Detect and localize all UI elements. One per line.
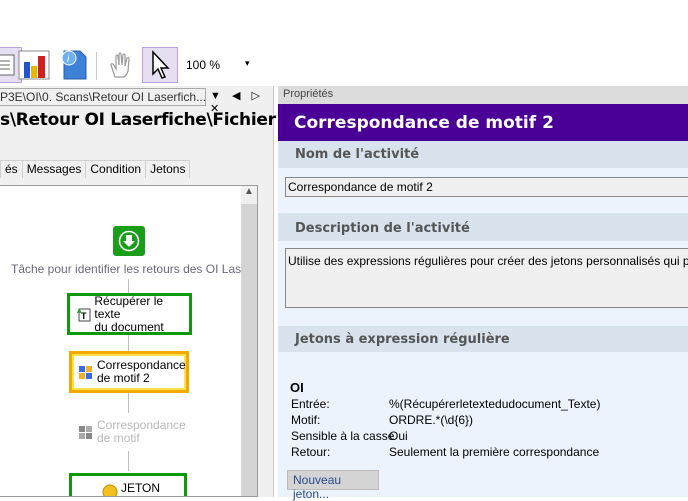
row-value: %(Récupérerletextedudocument_Texte) <box>389 397 601 411</box>
row-label: Entrée: <box>291 397 330 411</box>
tab-condition[interactable]: Condition <box>85 160 147 178</box>
tab-jetons[interactable]: Jetons <box>145 160 191 178</box>
document-tab[interactable]: P3E\OI\0. Scans\Retour OI Laserfich... <box>0 88 206 106</box>
activity-name-input[interactable]: Correspondance de motif 2 <box>285 177 688 197</box>
row-label: Sensible à la casse <box>291 429 395 443</box>
token-row-case-sensitive: Sensible à la casse Oui <box>291 429 408 443</box>
activity-title: Correspondance de motif 2 <box>278 104 688 141</box>
node-label: du document <box>94 319 164 334</box>
workflow-panel: P3E\OI\0. Scans\Retour OI Laserfich... ▼… <box>0 86 300 497</box>
activity-pattern-match-disabled[interactable]: Correspondance de motif <box>72 415 192 449</box>
scroll-up-icon[interactable]: ▲ <box>241 186 257 204</box>
row-value: ORDRE.*(\d{6}) <box>389 413 474 427</box>
activity-description-input[interactable]: Utilise des expressions régulières pour … <box>285 248 688 308</box>
properties-header: Propriétés <box>278 86 688 104</box>
new-token-button[interactable]: Nouveau jeton... <box>287 470 379 501</box>
row-value: Oui <box>389 429 408 443</box>
properties-panel: Propriétés Correspondance de motif 2 Nom… <box>278 86 688 501</box>
tab-properties[interactable]: és <box>0 160 23 178</box>
toolbar: i <box>0 40 688 84</box>
row-label: Motif: <box>291 413 321 427</box>
activity-jeton[interactable]: JETON <box>69 473 187 496</box>
zoom-level[interactable]: 100 % <box>186 58 220 72</box>
chart-button[interactable] <box>16 47 52 83</box>
token-row-return: Retour: Seulement la première corresponda… <box>291 445 599 459</box>
node-label: de motif 2 <box>97 371 150 385</box>
text-extract-icon: T <box>77 308 91 322</box>
document-title: s\Retour OI Laserfiche\Fichier ... <box>0 110 300 130</box>
section-activity-description[interactable]: Description de l'activité <box>278 213 688 241</box>
workflow-canvas[interactable]: Tâche pour identifier les retours des OI… <box>0 185 258 497</box>
token-coin-icon <box>102 484 118 496</box>
list-icon <box>0 54 15 76</box>
row-value: Seulement la première correspondance <box>389 445 600 459</box>
activity-get-text[interactable]: T Récupérer le texte du document <box>67 293 192 335</box>
svg-text:T: T <box>81 311 87 321</box>
toolbar-separator <box>96 52 97 80</box>
activity-pattern-match-2[interactable]: Correspondance de motif 2 <box>69 351 189 393</box>
node-label: Récupérer le texte <box>94 293 164 321</box>
node-label: de motif <box>97 431 140 445</box>
bar-chart-icon <box>18 50 50 80</box>
token-name: OI <box>290 380 304 395</box>
pan-tool-button[interactable] <box>103 47 139 83</box>
node-label: JETON <box>120 481 161 495</box>
pattern-match-disabled-icon <box>79 426 92 439</box>
token-row-input: Entrée: %(Récupérerletextedudocument_Text… <box>291 397 600 411</box>
section-regex-tokens[interactable]: Jetons à expression régulière <box>278 326 688 352</box>
zoom-dropdown-icon[interactable]: ▾ <box>245 58 250 69</box>
section-activity-name[interactable]: Nom de l'activité <box>278 141 688 168</box>
select-tool-button[interactable] <box>142 47 178 83</box>
token-row-pattern: Motif: ORDRE.*(\d{6}) <box>291 413 473 427</box>
start-arrow-icon <box>118 230 140 252</box>
pointer-icon <box>152 50 170 79</box>
info-button[interactable]: i <box>56 47 92 83</box>
canvas-scrollbar[interactable]: ▲ <box>241 186 257 496</box>
start-node[interactable] <box>113 226 145 256</box>
pattern-match-icon <box>79 366 92 379</box>
start-label: Tâche pour identifier les retours des OI… <box>11 262 258 276</box>
info-document-icon: i <box>61 50 87 80</box>
tab-bar: és Messages Condition Jetons <box>0 160 191 178</box>
hand-icon <box>110 52 130 78</box>
tab-messages[interactable]: Messages <box>21 160 87 178</box>
row-label: Retour: <box>291 445 331 459</box>
